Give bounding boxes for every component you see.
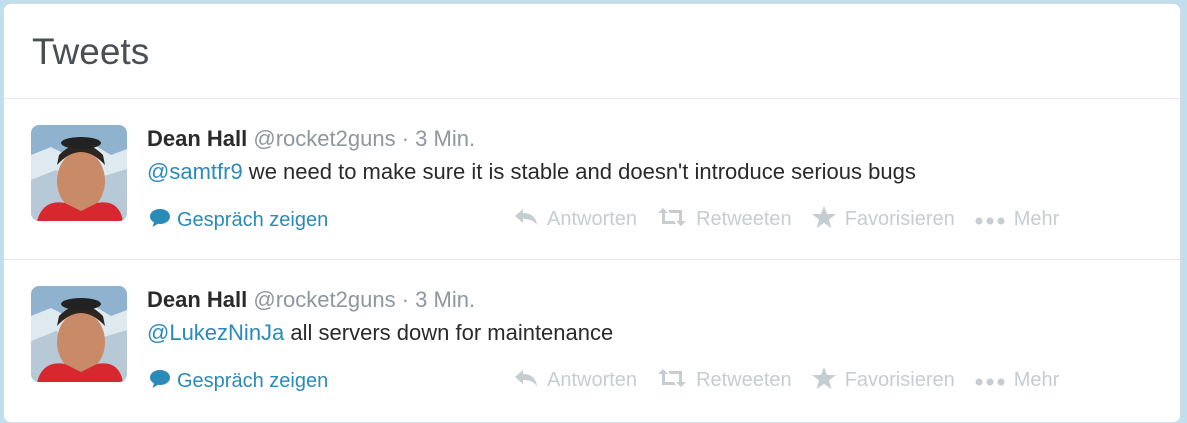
more-label: Mehr bbox=[1013, 368, 1060, 391]
retweet-button[interactable]: Retweeten bbox=[657, 208, 792, 231]
retweet-icon bbox=[657, 208, 687, 230]
favorite-label: Favorisieren bbox=[844, 207, 955, 230]
speech-bubble-icon bbox=[149, 208, 171, 232]
tweet-header: Dean Hall @rocket2guns · 3 Min. bbox=[147, 125, 475, 153]
speech-bubble-icon bbox=[149, 369, 171, 393]
tweet-timestamp[interactable]: 3 Min. bbox=[415, 126, 475, 151]
star-icon bbox=[811, 367, 836, 393]
reply-label: Antworten bbox=[547, 368, 638, 391]
author-handle[interactable]: @rocket2guns bbox=[253, 287, 395, 312]
mention-link[interactable]: @LukezNinJa bbox=[147, 320, 284, 345]
tweet-item[interactable]: Dean Hall @rocket2guns · 3 Min. @LukezNi… bbox=[4, 261, 1180, 421]
retweet-button[interactable]: Retweeten bbox=[657, 369, 792, 392]
more-dots-icon bbox=[975, 370, 1005, 390]
tweet-actions: Antworten Retweeten Favorisieren Mehr bbox=[514, 206, 1059, 232]
author-handle[interactable]: @rocket2guns bbox=[253, 126, 395, 151]
show-conversation-link[interactable]: Gespräch zeigen bbox=[149, 369, 328, 393]
tweet-text: @samtfr9 we need to make sure it is stab… bbox=[147, 158, 916, 186]
avatar[interactable] bbox=[31, 125, 127, 221]
more-label: Mehr bbox=[1013, 207, 1060, 230]
more-button[interactable]: Mehr bbox=[975, 368, 1060, 392]
favorite-button[interactable]: Favorisieren bbox=[811, 206, 955, 232]
tweet-text: @LukezNinJa all servers down for mainten… bbox=[147, 319, 613, 347]
favorite-label: Favorisieren bbox=[844, 368, 955, 391]
reply-arrow-icon bbox=[514, 369, 538, 391]
separator: · bbox=[401, 126, 410, 151]
show-conversation-label: Gespräch zeigen bbox=[177, 208, 329, 231]
retweet-label: Retweeten bbox=[696, 368, 792, 391]
reply-button[interactable]: Antworten bbox=[514, 369, 637, 392]
reply-arrow-icon bbox=[514, 208, 538, 230]
tweet-timestamp[interactable]: 3 Min. bbox=[415, 287, 475, 312]
tweet-body: we need to make sure it is stable and do… bbox=[242, 159, 916, 184]
avatar[interactable] bbox=[31, 286, 127, 382]
tweets-module: Tweets Dean Hall @rocket2guns · 3 Min. @… bbox=[3, 3, 1181, 423]
module-title: Tweets bbox=[32, 31, 150, 72]
tweet-body: all servers down for maintenance bbox=[284, 320, 614, 345]
retweet-icon bbox=[657, 369, 687, 391]
tweet-header: Dean Hall @rocket2guns · 3 Min. bbox=[147, 286, 475, 314]
more-dots-icon bbox=[975, 209, 1005, 229]
tweet-item[interactable]: Dean Hall @rocket2guns · 3 Min. @samtfr9… bbox=[4, 100, 1180, 260]
separator: · bbox=[401, 287, 410, 312]
module-header: Tweets bbox=[4, 4, 1180, 99]
tweet-actions: Antworten Retweeten Favorisieren Mehr bbox=[514, 367, 1059, 393]
author-name[interactable]: Dean Hall bbox=[147, 126, 247, 151]
show-conversation-label: Gespräch zeigen bbox=[177, 369, 329, 392]
reply-label: Antworten bbox=[547, 207, 638, 230]
mention-link[interactable]: @samtfr9 bbox=[147, 159, 243, 184]
show-conversation-link[interactable]: Gespräch zeigen bbox=[149, 208, 328, 232]
more-button[interactable]: Mehr bbox=[975, 207, 1060, 231]
retweet-label: Retweeten bbox=[696, 207, 792, 230]
reply-button[interactable]: Antworten bbox=[514, 208, 637, 231]
star-icon bbox=[811, 206, 836, 232]
author-name[interactable]: Dean Hall bbox=[147, 287, 247, 312]
favorite-button[interactable]: Favorisieren bbox=[811, 367, 955, 393]
